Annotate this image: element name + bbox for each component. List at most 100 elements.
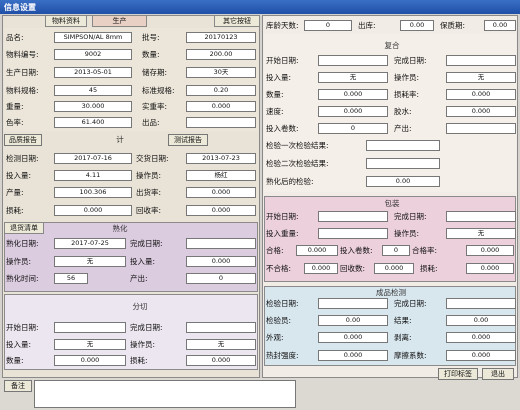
label-recovery: 回收率: [136,206,162,215]
label-fi-finish: 完成日期: [394,299,427,308]
field-storage[interactable]: 30天 [186,67,256,78]
quality-report-button[interactable]: 品质报告 [4,134,42,146]
field-operator[interactable]: 杨红 [186,170,256,181]
field-pass-rate[interactable]: 0.000 [466,245,514,256]
field-name[interactable]: SIMPSON/AL 8mm [54,32,132,43]
field-recycle[interactable]: 0.000 [374,263,414,274]
field-pass[interactable]: 0.000 [296,245,338,256]
label-lam-output: 产出: [394,124,412,133]
field-slit-qty[interactable]: 0.000 [54,355,126,366]
label-recycle: 回收数: [340,264,366,273]
tab-material[interactable]: 物料资料 [45,15,87,27]
field-output[interactable] [186,117,256,128]
field-lam-qty[interactable]: 0.000 [318,89,388,100]
field-pack-rolls[interactable]: 0 [382,245,410,256]
field-pack-finish[interactable] [446,211,516,222]
field-lam-operator[interactable]: 无 [446,72,516,83]
field-weight[interactable]: 30.000 [54,101,132,112]
field-qty[interactable]: 200.00 [186,49,256,60]
field-input-qty[interactable]: 4.11 [54,170,132,181]
field-curing-operator[interactable]: 无 [54,256,126,267]
field-stock-days[interactable]: 0 [304,20,352,31]
window-title: 信息设置 [0,0,520,14]
field-slit-input[interactable]: 无 [54,339,126,350]
field-fi-seal[interactable]: 0.000 [318,350,388,361]
label-lam-finish: 完成日期: [394,56,427,65]
label-lam-glue: 胶水: [394,107,412,116]
label-fi-friction: 摩擦系数: [394,351,427,360]
field-loss[interactable]: 0.000 [54,205,132,216]
field-lam-glue[interactable]: 0.000 [446,106,516,117]
field-std-spec[interactable]: 0.20 [186,85,256,96]
field-material-no[interactable]: 9002 [54,49,132,60]
field-fi-inspector[interactable]: 0.00 [318,315,388,326]
field-fi-peel[interactable]: 0.000 [446,332,516,343]
field-spec[interactable]: 45 [54,85,132,96]
field-pack-loss[interactable]: 0.000 [466,263,514,274]
field-pack-operator[interactable]: 无 [446,228,516,239]
label-input-qty: 投入量: [6,171,32,180]
label-pass: 合格: [266,246,284,255]
field-curing-time[interactable]: 56 [54,273,88,284]
field-lam-output[interactable] [446,123,516,134]
field-first-inspection[interactable] [366,140,440,151]
field-ship-rate[interactable]: 0.000 [186,187,256,198]
field-shelf-life[interactable]: 0.00 [484,20,516,31]
label-outbound: 出库: [358,21,376,30]
field-inspect-date[interactable]: 2017-07-16 [54,153,132,164]
laminate-header: 复合 [384,41,400,50]
field-second-inspection[interactable] [366,158,440,169]
field-lam-speed[interactable]: 0.000 [318,106,388,117]
exit-button[interactable]: 退出 [482,368,514,380]
field-slit-start[interactable] [54,322,126,333]
field-fi-appearance[interactable]: 0.000 [318,332,388,343]
field-post-cure-inspection[interactable]: 0.00 [366,176,440,187]
label-curing-operator: 操作员: [6,257,32,266]
label-curing-date: 熟化日期: [6,239,39,248]
field-outbound[interactable]: 0.00 [400,20,434,31]
tab-production[interactable]: 生产 [92,15,147,27]
field-fi-result[interactable]: 0.00 [446,315,516,326]
print-label-button[interactable]: 打印标签 [438,368,478,380]
note-input[interactable] [34,380,296,408]
tab-other[interactable]: 其它按钮 [214,15,260,27]
field-lam-finish[interactable] [446,55,516,66]
field-yield[interactable]: 100.306 [54,187,132,198]
field-curing-output[interactable]: 0 [186,273,256,284]
field-fail[interactable]: 0.000 [304,263,338,274]
field-lam-rolls[interactable]: 0 [318,123,388,134]
field-lam-input[interactable]: 无 [318,72,388,83]
field-slit-finish[interactable] [186,322,256,333]
field-slit-operator[interactable]: 无 [186,339,256,350]
field-curing-finish[interactable] [186,238,256,249]
return-list-tab[interactable]: 退货清单 [4,222,44,234]
label-lam-start: 开始日期: [266,56,299,65]
field-prod-date[interactable]: 2013-05-01 [54,67,132,78]
field-batch[interactable]: 20170123 [186,32,256,43]
test-report-button[interactable]: 测试报告 [168,134,208,146]
field-fi-finish[interactable] [446,298,516,309]
label-pass-rate: 合格率: [412,246,438,255]
field-lam-loss-rate[interactable]: 0.000 [446,89,516,100]
field-recovery[interactable]: 0.000 [186,205,256,216]
field-slit-loss[interactable]: 0.000 [186,355,256,366]
field-color-rate[interactable]: 61.400 [54,117,132,128]
field-curing-input[interactable]: 0.000 [186,256,256,267]
label-lam-input: 投入量: [266,73,292,82]
field-actual-rate[interactable]: 0.000 [186,101,256,112]
slitting-header: 分切 [132,302,148,311]
label-slit-loss: 损耗: [130,356,148,365]
field-fi-friction[interactable]: 0.000 [446,350,516,361]
label-lam-speed: 速度: [266,107,284,116]
label-inspect-date: 检测日期: [6,154,39,163]
field-lam-start[interactable] [318,55,388,66]
field-pack-weight[interactable] [318,228,388,239]
label-lam-qty: 数量: [266,90,284,99]
field-fi-date[interactable] [318,298,388,309]
label-batch: 批号: [142,33,160,42]
label-shelf-life: 保质期: [440,21,466,30]
field-delivery-date[interactable]: 2013-07-23 [186,153,256,164]
field-curing-date[interactable]: 2017-07-25 [54,238,126,249]
label-curing-output: 产出: [130,274,148,283]
field-pack-start[interactable] [318,211,388,222]
